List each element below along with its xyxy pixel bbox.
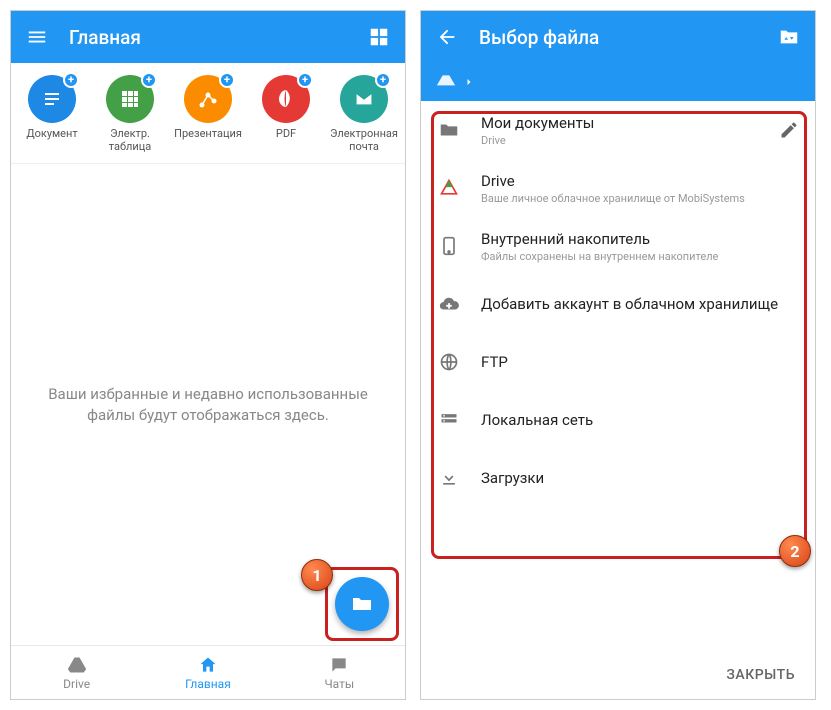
quick-label: Электр. таблица	[92, 128, 168, 153]
location-title: FTP	[481, 353, 799, 371]
nav-label: Drive	[63, 677, 90, 691]
appbar-title: Главная	[69, 26, 347, 49]
screen-file-picker: Выбор файла Мои документы Drive	[420, 10, 816, 700]
location-title: Локальная сеть	[481, 411, 799, 429]
screen-home: Главная + Документ +	[10, 10, 406, 700]
quick-label: Документ	[26, 128, 77, 141]
fab-browse[interactable]	[335, 577, 389, 631]
plus-icon: +	[63, 72, 79, 88]
menu-icon[interactable]	[25, 25, 49, 49]
back-icon[interactable]	[435, 25, 459, 49]
quick-spreadsheet[interactable]: + Электр. таблица	[92, 75, 168, 153]
empty-state-text: Ваши избранные и недавно использованные …	[33, 384, 383, 426]
appbar-title: Выбор файла	[479, 26, 757, 49]
location-lan[interactable]: Локальная сеть	[421, 391, 815, 449]
location-subtitle: Drive	[481, 134, 759, 147]
lan-icon	[437, 410, 461, 430]
view-grid-icon[interactable]	[367, 25, 391, 49]
plus-icon: +	[219, 72, 235, 88]
nav-label: Чаты	[324, 677, 354, 691]
location-downloads[interactable]: Загрузки	[421, 449, 815, 507]
nav-chats[interactable]: Чаты	[274, 646, 405, 699]
nav-home[interactable]: Главная	[142, 646, 273, 699]
location-title: Добавить аккаунт в облачном хранилище	[481, 295, 799, 313]
folder-icon	[437, 119, 461, 141]
drive-root-icon[interactable]	[435, 72, 457, 92]
quick-pdf[interactable]: + PDF	[248, 75, 324, 153]
quick-email[interactable]: + Электронная почта	[326, 75, 402, 153]
location-title: Загрузки	[481, 469, 799, 487]
close-button[interactable]: ЗАКРЫТЬ	[726, 667, 795, 683]
appbar-picker: Выбор файла	[421, 11, 815, 63]
chevron-right-icon	[463, 76, 475, 88]
location-my-documents[interactable]: Мои документы Drive	[421, 101, 815, 159]
plus-icon: +	[141, 72, 157, 88]
nav-label: Главная	[185, 677, 231, 691]
file-commander-icon[interactable]	[777, 25, 801, 49]
location-internal-storage[interactable]: Внутренний накопитель Файлы сохранены на…	[421, 217, 815, 275]
location-title: Drive	[481, 172, 799, 190]
appbar-home: Главная	[11, 11, 405, 63]
nav-drive[interactable]: Drive	[11, 646, 142, 699]
edit-icon[interactable]	[779, 120, 799, 140]
bottom-nav: Drive Главная Чаты	[11, 645, 405, 699]
download-icon	[437, 468, 461, 488]
dialog-actions: ЗАКРЫТЬ	[421, 651, 815, 699]
location-subtitle: Файлы сохранены на внутреннем накопителе	[481, 250, 799, 263]
drive-icon	[437, 178, 461, 198]
tutorial-marker: 2	[779, 535, 811, 567]
empty-state: Ваши избранные и недавно использованные …	[11, 164, 405, 645]
plus-icon: +	[375, 72, 391, 88]
phone-icon	[437, 235, 461, 257]
location-list: Мои документы Drive Drive Ваше личное об…	[421, 101, 815, 507]
quick-create-row: + Документ + Электр. таблица +	[11, 63, 405, 164]
location-title: Мои документы	[481, 114, 759, 132]
quick-document[interactable]: + Документ	[14, 75, 90, 153]
folder-icon	[350, 592, 374, 616]
cloud-add-icon	[437, 293, 461, 315]
quick-label: Презентация	[174, 128, 242, 141]
globe-icon	[437, 352, 461, 372]
breadcrumb-bar	[421, 63, 815, 101]
location-drive[interactable]: Drive Ваше личное облачное хранилище от …	[421, 159, 815, 217]
quick-presentation[interactable]: + Презентация	[170, 75, 246, 153]
quick-label: PDF	[276, 128, 296, 141]
plus-icon: +	[297, 72, 313, 88]
location-title: Внутренний накопитель	[481, 230, 799, 248]
quick-label: Электронная почта	[326, 128, 402, 153]
location-add-cloud[interactable]: Добавить аккаунт в облачном хранилище	[421, 275, 815, 333]
location-subtitle: Ваше личное облачное хранилище от MobiSy…	[481, 192, 799, 205]
location-ftp[interactable]: FTP	[421, 333, 815, 391]
tutorial-marker: 1	[301, 559, 333, 591]
